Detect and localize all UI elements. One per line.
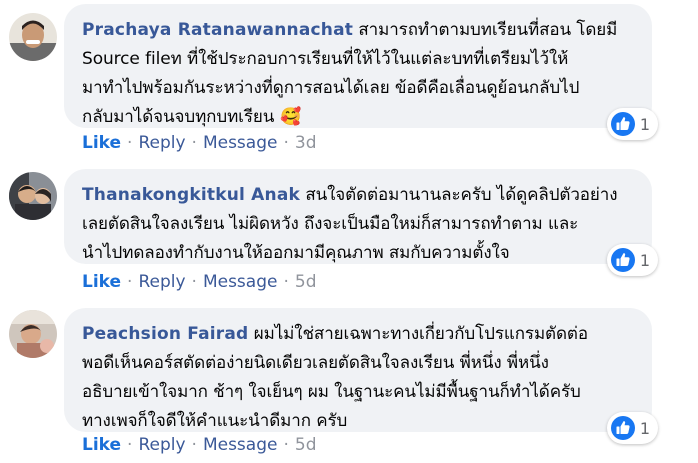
like-link[interactable]: Like <box>82 272 121 292</box>
message-link[interactable]: Message <box>203 435 278 455</box>
smiling-face-hearts-emoji: 🥰 <box>280 107 302 127</box>
like-link[interactable]: Like <box>82 435 121 455</box>
separator-dot: · <box>283 272 289 292</box>
separator-dot: · <box>191 272 197 292</box>
reply-link[interactable]: Reply <box>138 435 185 455</box>
comment-bubble: Thanakongkitkul Anak สนใจตัดต่อมานานละคร… <box>64 169 658 276</box>
reaction-count: 1 <box>639 114 650 134</box>
separator-dot: · <box>127 133 133 153</box>
reaction-summary[interactable]: 1 <box>606 244 658 276</box>
avatar[interactable] <box>9 13 57 61</box>
reaction-count: 1 <box>639 418 650 438</box>
reaction-count: 1 <box>639 250 650 270</box>
like-link[interactable]: Like <box>82 133 121 153</box>
comment-timestamp[interactable]: 5d <box>295 435 317 455</box>
like-thumb-icon <box>610 112 635 136</box>
reaction-summary[interactable]: 1 <box>606 412 658 444</box>
separator-dot: · <box>127 435 133 455</box>
like-thumb-icon <box>610 416 635 440</box>
comment-timestamp[interactable]: 5d <box>295 272 317 292</box>
comment-actions: Like · Reply · Message · 3d <box>82 133 316 153</box>
comment-actions: Like · Reply · Message · 5d <box>82 435 316 455</box>
like-thumb-icon <box>610 248 635 272</box>
message-link[interactable]: Message <box>203 133 278 153</box>
comment-author[interactable]: Thanakongkitkul Anak <box>82 185 300 205</box>
comment-actions: Like · Reply · Message · 5d <box>82 272 316 292</box>
separator-dot: · <box>127 272 133 292</box>
message-link[interactable]: Message <box>203 272 278 292</box>
comment-author[interactable]: Prachaya Ratanawannachat <box>82 20 353 40</box>
comment-bubble: Peachsion Fairad ผมไม่ใช่สายเฉพาะทางเกี่… <box>64 308 658 444</box>
separator-dot: · <box>283 435 289 455</box>
comment-timestamp[interactable]: 3d <box>295 133 317 153</box>
reply-link[interactable]: Reply <box>138 133 185 153</box>
avatar[interactable] <box>9 172 57 220</box>
reaction-summary[interactable]: 1 <box>606 108 658 140</box>
reply-link[interactable]: Reply <box>138 272 185 292</box>
separator-dot: · <box>191 133 197 153</box>
separator-dot: · <box>191 435 197 455</box>
separator-dot: · <box>283 133 289 153</box>
comment-bubble: Prachaya Ratanawannachat สามารถทำตามบทเร… <box>64 4 658 140</box>
avatar[interactable] <box>9 310 57 358</box>
comment-author[interactable]: Peachsion Fairad <box>82 324 248 344</box>
